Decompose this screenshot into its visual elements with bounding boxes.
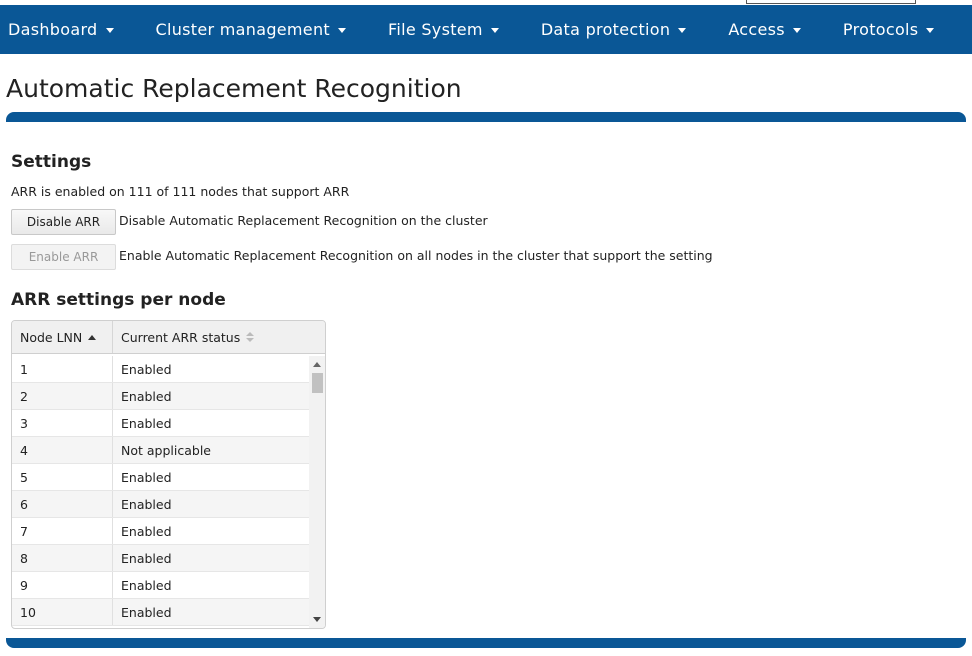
bottom-divider-bar	[6, 638, 966, 648]
cell-arr-status: Enabled	[121, 361, 172, 377]
cell-arr-status: Enabled	[121, 469, 172, 485]
cell-node-lnn: 9	[12, 572, 113, 598]
title-divider-bar	[6, 112, 966, 122]
arr-status-text: ARR is enabled on 111 of 111 nodes that …	[11, 184, 350, 199]
scrollbar-thumb[interactable]	[312, 373, 323, 393]
column-header-node-lnn-label: Node LNN	[20, 329, 83, 345]
cell-node-lnn: 2	[12, 383, 113, 409]
nav-dashboard-label: Dashboard	[8, 20, 98, 39]
nav-dashboard[interactable]: Dashboard	[8, 5, 114, 54]
table-row[interactable]: 4 Not applicable	[12, 437, 309, 464]
table-row[interactable]: 2 Enabled	[12, 383, 309, 410]
table-row[interactable]: 6 Enabled	[12, 491, 309, 518]
column-header-node-lnn[interactable]: Node LNN	[12, 321, 113, 353]
cell-node-lnn: 7	[12, 518, 113, 544]
nav-file-system-label: File System	[387, 20, 483, 39]
nav-access[interactable]: Access	[728, 5, 801, 54]
nav-data-protection[interactable]: Data protection	[541, 5, 687, 54]
cell-arr-status: Enabled	[121, 388, 172, 404]
table-row[interactable]: 5 Enabled	[12, 464, 309, 491]
per-node-heading: ARR settings per node	[11, 290, 226, 310]
scroll-down-arrow-icon[interactable]	[313, 617, 321, 622]
nav-file-system[interactable]: File System	[388, 5, 499, 54]
page-title: Automatic Replacement Recognition	[6, 74, 462, 103]
sort-unsorted-icon	[246, 332, 255, 342]
settings-heading: Settings	[11, 152, 92, 172]
cell-node-lnn: 6	[12, 491, 113, 517]
main-navbar: Dashboard Cluster management File System…	[0, 5, 972, 54]
nav-data-protection-label: Data protection	[540, 20, 671, 39]
cell-arr-status: Enabled	[121, 550, 172, 566]
cell-arr-status: Enabled	[121, 604, 172, 620]
column-header-arr-status[interactable]: Current ARR status	[113, 321, 325, 353]
nav-cluster-management-label: Cluster management	[155, 20, 330, 39]
grid-scrollbar[interactable]	[309, 356, 325, 628]
top-utility-strip	[746, 0, 916, 4]
cell-node-lnn: 10	[12, 599, 113, 625]
caret-down-icon	[926, 28, 935, 33]
cell-arr-status: Enabled	[121, 415, 172, 431]
nav-access-label: Access	[728, 20, 785, 39]
cell-arr-status: Enabled	[121, 496, 172, 512]
disable-arr-description: Disable Automatic Replacement Recognitio…	[119, 213, 488, 228]
caret-down-icon	[792, 28, 801, 33]
cell-node-lnn: 4	[12, 437, 113, 463]
sort-ascending-icon	[88, 334, 97, 340]
caret-down-icon	[678, 28, 687, 33]
cell-node-lnn: 8	[12, 545, 113, 571]
nav-protocols-label: Protocols	[842, 20, 919, 39]
table-row[interactable]: 3 Enabled	[12, 410, 309, 437]
table-row[interactable]: 1 Enabled	[12, 356, 309, 383]
cell-node-lnn: 5	[12, 464, 113, 490]
scroll-up-arrow-icon[interactable]	[313, 362, 321, 367]
cell-arr-status: Not applicable	[121, 442, 211, 458]
grid-body: 1 Enabled 2 Enabled 3 Enabled 4 Not appl…	[12, 356, 309, 628]
column-header-arr-status-label: Current ARR status	[121, 329, 241, 345]
table-row[interactable]: 7 Enabled	[12, 518, 309, 545]
nav-protocols[interactable]: Protocols	[843, 5, 935, 54]
cell-arr-status: Enabled	[121, 523, 172, 539]
caret-down-icon	[105, 28, 114, 33]
enable-arr-button: Enable ARR	[11, 244, 116, 270]
grid-header: Node LNN Current ARR status	[12, 321, 325, 354]
enable-arr-description: Enable Automatic Replacement Recognition…	[119, 248, 713, 263]
caret-down-icon	[337, 28, 346, 33]
nav-cluster-management[interactable]: Cluster management	[156, 5, 346, 54]
disable-arr-button[interactable]: Disable ARR	[11, 209, 116, 235]
arr-node-grid: Node LNN Current ARR status 1 Enabled 2 …	[11, 320, 326, 629]
cell-node-lnn: 3	[12, 410, 113, 436]
table-row[interactable]: 10 Enabled	[12, 599, 309, 626]
table-row[interactable]: 9 Enabled	[12, 572, 309, 599]
cell-node-lnn: 1	[12, 356, 113, 382]
cell-arr-status: Enabled	[121, 577, 172, 593]
table-row[interactable]: 8 Enabled	[12, 545, 309, 572]
caret-down-icon	[490, 28, 499, 33]
